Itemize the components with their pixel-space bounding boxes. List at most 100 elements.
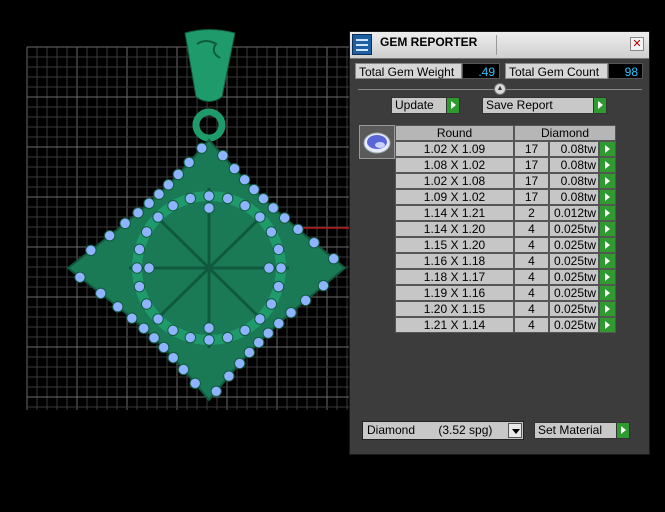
gem-setting	[272, 243, 285, 256]
table-row: 1.21 X 1.14 4 0.025tw	[395, 317, 617, 333]
gem-setting	[196, 142, 208, 154]
gem-setting	[239, 199, 251, 212]
save-report-button[interactable]: Save Report	[482, 97, 607, 114]
table-row: 1.18 X 1.17 4 0.025tw	[395, 269, 617, 285]
select-row-arrow-icon[interactable]	[599, 253, 616, 269]
gem-setting	[239, 324, 251, 337]
gem-setting	[210, 385, 222, 397]
gem-size-cell: 1.14 X 1.20	[395, 221, 514, 237]
table-row: 1.02 X 1.08 17 0.08tw	[395, 173, 617, 189]
gem-size-cell: 1.02 X 1.09	[395, 141, 514, 157]
title-separator	[496, 35, 497, 55]
select-row-arrow-icon[interactable]	[599, 221, 616, 237]
gem-setting	[263, 262, 275, 274]
gem-weight-cell: 0.025tw	[549, 285, 599, 301]
panel-title: GEM REPORTER	[380, 35, 478, 49]
material-dropdown[interactable]: Diamond (3.52 spg)	[362, 421, 524, 440]
gem-setting	[252, 336, 265, 349]
gem-size-cell: 1.15 X 1.20	[395, 237, 514, 253]
gem-setting	[221, 192, 234, 205]
gem-count-cell: 4	[514, 285, 549, 301]
dropdown-arrow-icon[interactable]	[508, 423, 522, 438]
gem-setting	[308, 236, 320, 249]
gem-setting	[133, 243, 146, 256]
gem-setting	[133, 280, 146, 293]
gem-count-cell: 17	[514, 141, 549, 157]
gem-count-cell: 17	[514, 157, 549, 173]
select-row-arrow-icon[interactable]	[599, 157, 616, 173]
gem-setting	[152, 313, 164, 325]
gem-size-cell: 1.16 X 1.18	[395, 253, 514, 269]
gem-count-cell: 4	[514, 253, 549, 269]
gem-setting	[112, 301, 124, 313]
select-row-arrow-icon[interactable]	[599, 301, 616, 317]
gem-setting	[172, 168, 184, 181]
table-row: 1.14 X 1.20 4 0.025tw	[395, 221, 617, 237]
gem-setting	[265, 226, 278, 238]
gem-setting	[254, 313, 266, 325]
gem-setting	[184, 192, 197, 205]
select-row-arrow-icon[interactable]	[599, 317, 616, 333]
select-row-arrow-icon[interactable]	[599, 189, 616, 205]
gem-setting	[203, 202, 215, 214]
gem-setting	[203, 334, 215, 346]
select-row-arrow-icon[interactable]	[599, 269, 616, 285]
gem-setting	[167, 199, 179, 212]
gem-reporter-app-icon	[352, 34, 372, 55]
gem-setting	[254, 211, 266, 223]
gem-setting	[275, 262, 287, 274]
select-row-arrow-icon[interactable]	[599, 237, 616, 253]
table-row: 1.09 X 1.02 17 0.08tw	[395, 189, 617, 205]
gem-size-cell: 1.08 X 1.02	[395, 157, 514, 173]
gem-setting	[278, 212, 291, 224]
gem-setting	[228, 162, 241, 175]
gem-setting	[74, 271, 86, 283]
set-material-button-label: Set Material	[538, 423, 603, 437]
gem-setting	[223, 370, 235, 382]
gem-setting	[265, 298, 278, 310]
select-row-arrow-icon[interactable]	[599, 141, 616, 157]
gem-count-cell: 4	[514, 221, 549, 237]
gem-setting	[148, 332, 160, 344]
gem-weight-cell: 0.025tw	[549, 221, 599, 237]
update-button-label: Update	[395, 98, 434, 112]
header-material: Diamond	[514, 125, 616, 141]
gem-setting	[167, 324, 179, 337]
gem-weight-cell: 0.025tw	[549, 237, 599, 253]
round-gem-icon[interactable]	[359, 125, 395, 159]
gem-count-cell: 4	[514, 237, 549, 253]
gem-setting	[327, 253, 340, 265]
gem-weight-cell: 0.025tw	[549, 317, 599, 333]
set-material-button[interactable]: Set Material	[534, 422, 630, 439]
gem-count-cell: 4	[514, 269, 549, 285]
total-gem-weight-label: Total Gem Weight	[355, 63, 462, 79]
gem-setting	[119, 217, 131, 230]
select-row-arrow-icon[interactable]	[599, 285, 616, 301]
gem-setting	[299, 294, 312, 307]
panel-titlebar[interactable]: GEM REPORTER ✕	[350, 32, 649, 59]
gem-count-cell: 17	[514, 173, 549, 189]
gem-setting	[243, 346, 256, 359]
update-button[interactable]: Update	[391, 97, 460, 114]
gem-setting	[153, 188, 165, 200]
collapse-arrow-icon[interactable]: ▲	[494, 83, 506, 95]
gem-weight-cell: 0.08tw	[549, 173, 599, 189]
gem-thumbnail-graphic	[363, 132, 391, 154]
gem-setting	[221, 331, 234, 344]
celtic-pendant-model[interactable]	[66, 29, 347, 402]
play-arrow-icon	[616, 423, 629, 438]
gem-setting	[152, 211, 164, 223]
total-gem-weight-value: .49	[462, 63, 500, 79]
gem-setting	[257, 193, 270, 205]
gem-size-cell: 1.21 X 1.14	[395, 317, 514, 333]
table-row: 1.14 X 1.21 2 0.012tw	[395, 205, 617, 221]
gem-size-cell: 1.09 X 1.02	[395, 189, 514, 205]
close-icon[interactable]: ✕	[630, 37, 644, 51]
gem-weight-cell: 0.08tw	[549, 189, 599, 205]
select-row-arrow-icon[interactable]	[599, 173, 616, 189]
gem-setting	[272, 280, 285, 293]
select-row-arrow-icon[interactable]	[599, 205, 616, 221]
table-row: 1.20 X 1.15 4 0.025tw	[395, 301, 617, 317]
gem-setting	[103, 229, 116, 242]
gem-setting	[162, 179, 175, 191]
